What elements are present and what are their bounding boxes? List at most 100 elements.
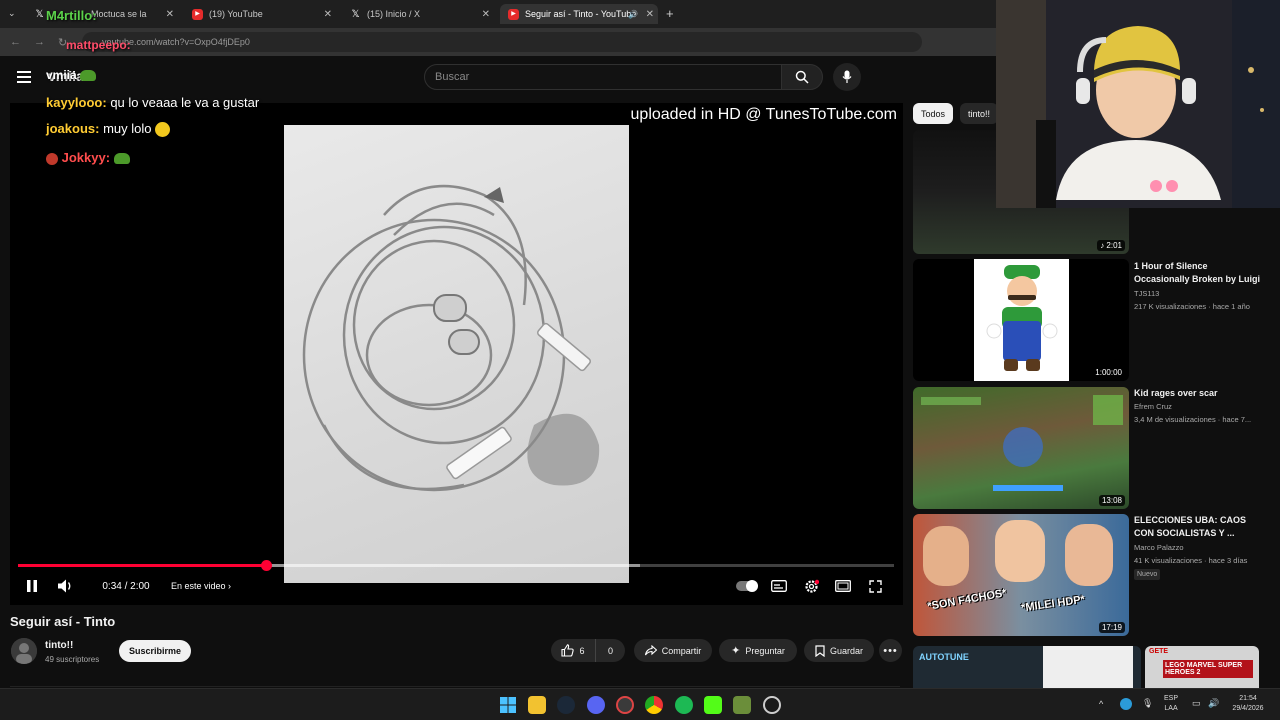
back-icon[interactable]: ←	[10, 36, 21, 48]
recommendation-thumb-2[interactable]: 13:08	[913, 387, 1129, 509]
tab-1-label: Moctuca se la	[91, 9, 147, 19]
progress-bar[interactable]	[18, 560, 894, 571]
chapters-button[interactable]: En este video ›	[166, 576, 236, 596]
tray-chevron-icon[interactable]: ^	[1099, 699, 1103, 709]
divider	[10, 686, 900, 687]
chat-username: M4rtillo:	[46, 8, 97, 23]
rec-3-channel[interactable]: Marco Palazzo	[1134, 543, 1184, 552]
kick-icon[interactable]	[704, 696, 722, 714]
video-frame-earphones	[284, 125, 629, 583]
steam-icon[interactable]	[557, 696, 575, 714]
chrome-icon[interactable]	[645, 696, 663, 714]
more-actions-button[interactable]: •••	[879, 639, 902, 662]
tab-4-close-icon[interactable]: ✕	[646, 9, 654, 20]
like-button[interactable]: 6	[551, 639, 595, 662]
pause-button[interactable]	[22, 576, 42, 596]
recommendation-thumb-5[interactable]: GETE LEGO MARVEL SUPER HEROES 2	[1145, 646, 1259, 688]
volume-button[interactable]	[56, 576, 76, 596]
person-3	[1065, 524, 1113, 586]
recommendation-thumb-3[interactable]: *SON F4CHOS* *MILEI HDP* 17:19	[913, 514, 1129, 636]
rec-1-title[interactable]: 1 Hour of Silence Occasionally Broken by…	[1134, 260, 1260, 286]
menu-icon[interactable]	[17, 71, 31, 86]
tab-4-active[interactable]: ▶ Seguir así - Tinto - YouTube 🔊 ✕	[500, 4, 658, 24]
windows-start-icon[interactable]	[499, 696, 517, 714]
webcam-overlay	[996, 0, 1280, 208]
tab-list-chevron-icon[interactable]: ⌄	[8, 8, 16, 19]
clock[interactable]: 21:54 29/4/2026	[1228, 694, 1268, 714]
progress-played	[18, 564, 266, 567]
tab-2-close-icon[interactable]: ✕	[324, 9, 332, 20]
discord-icon[interactable]	[587, 696, 605, 714]
tray-mic-icon[interactable]: 🎙	[1142, 698, 1153, 708]
spotify-icon[interactable]	[675, 696, 693, 714]
duration-badge: 17:19	[1098, 622, 1125, 633]
app-c-icon[interactable]	[763, 696, 781, 714]
subscriber-count: 49 suscriptores	[45, 655, 100, 664]
theater-mode-button[interactable]	[832, 576, 854, 596]
subtitles-button[interactable]	[768, 576, 790, 596]
network-icon[interactable]: ▭	[1192, 698, 1201, 708]
voice-search-button[interactable]	[833, 63, 861, 91]
rec-1-channel[interactable]: TJS113	[1134, 289, 1159, 298]
dislike-button[interactable]: 0	[595, 639, 625, 662]
chip-todos[interactable]: Todos	[913, 103, 953, 124]
channel-avatar[interactable]	[11, 638, 37, 664]
new-badge: Nuevo	[1134, 569, 1161, 580]
new-tab-icon[interactable]: +	[666, 6, 674, 21]
video-player[interactable]: uploaded in HD @ TunesToTube.com 0:34 / …	[10, 103, 903, 605]
like-count: 6	[579, 645, 585, 656]
tray-app-icon[interactable]	[1120, 698, 1132, 710]
rec-2-title[interactable]: Kid rages over scar	[1134, 387, 1218, 400]
tab-audio-icon[interactable]: 🔊	[628, 10, 638, 19]
rec-3-title[interactable]: ELECCIONES UBA: CAOS CON SOCIALISTAS Y .…	[1134, 514, 1246, 540]
chat-line-5: joakous: muy lolo	[46, 121, 171, 138]
sparkle-icon: ✦	[731, 645, 741, 657]
channel-name[interactable]: tinto!!	[45, 640, 73, 651]
tab-1-close-icon[interactable]: ✕	[166, 9, 174, 20]
recommendation-thumb-1[interactable]: 1:00:00	[913, 259, 1129, 381]
subscribe-button[interactable]: Suscribirme	[119, 640, 191, 662]
game-minimap	[1093, 395, 1123, 425]
progress-scrub-handle[interactable]	[260, 560, 272, 571]
tab-3-close-icon[interactable]: ✕	[482, 9, 490, 20]
player-controls: 0:34 / 2:00 En este video ›	[10, 571, 903, 601]
rec-1-title-line2: Occasionally Broken by Luigi	[1134, 274, 1261, 284]
chat-line-1: M4rtillo:	[46, 8, 97, 23]
chat-username: vmiia	[46, 68, 77, 82]
language-indicator[interactable]: ESP LAA	[1164, 694, 1178, 714]
share-label: Compartir	[661, 645, 702, 656]
person-1	[923, 526, 969, 586]
chat-username: Jokkyy:	[61, 150, 111, 165]
share-icon	[644, 645, 657, 656]
tab-2[interactable]: ▶ (19) YouTube ✕	[184, 4, 336, 24]
avatar-image	[11, 638, 37, 664]
minecraft-icon[interactable]	[733, 696, 751, 714]
fullscreen-button[interactable]	[864, 576, 886, 596]
video-watermark: uploaded in HD @ TunesToTube.com	[630, 106, 897, 123]
autoplay-toggle[interactable]	[735, 576, 759, 596]
volume-tray-icon[interactable]: 🔊	[1208, 698, 1219, 708]
file-explorer-icon[interactable]	[528, 696, 546, 714]
recommendation-thumb-4[interactable]: AUTOTUNE	[913, 646, 1141, 688]
frog-emote-icon	[113, 153, 130, 165]
chip-channel[interactable]: tinto!!	[960, 103, 998, 124]
luigi-image	[974, 259, 1069, 381]
rec-2-channel[interactable]: Efrem Cruz	[1134, 402, 1172, 411]
thumb-text-right: *MILEI HDP*	[1020, 593, 1086, 615]
chapters-label: En este video	[170, 581, 226, 591]
search-button[interactable]	[781, 64, 823, 90]
save-button[interactable]: Guardar	[804, 639, 874, 662]
obs-icon[interactable]	[616, 696, 634, 714]
settings-button[interactable]	[800, 576, 822, 596]
forward-icon[interactable]: →	[34, 36, 45, 48]
search-input[interactable]: Buscar	[424, 64, 782, 90]
chat-username: mattpeepo:	[66, 38, 131, 52]
url-field[interactable]: youtube.com/watch?v=OxpO4fjDEp0	[82, 32, 922, 52]
tab-3[interactable]: 𝕏 (15) Inicio / X ✕	[342, 4, 494, 24]
rec-1-title-line1: 1 Hour of Silence	[1134, 261, 1208, 271]
ask-button[interactable]: ✦ Preguntar	[719, 639, 797, 662]
rec-3-meta: 41 K visualizaciones · hace 3 días	[1134, 556, 1248, 565]
windows-taskbar: ^ 🎙 ESP LAA ▭ 🔊 21:54 29/4/2026	[0, 688, 1280, 720]
clock-time: 21:54	[1239, 695, 1257, 702]
share-button[interactable]: Compartir	[634, 639, 712, 662]
